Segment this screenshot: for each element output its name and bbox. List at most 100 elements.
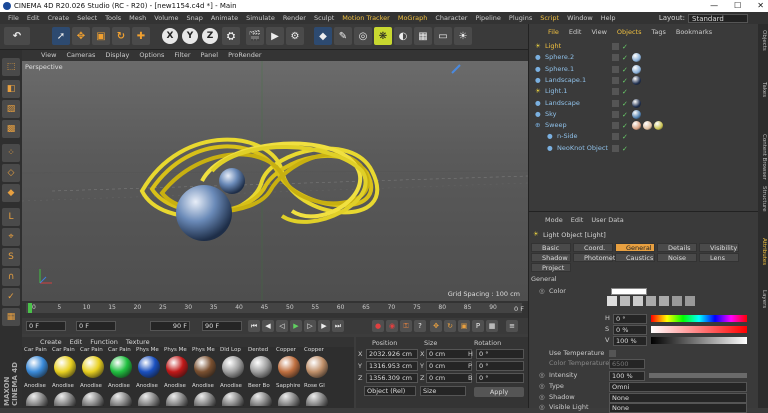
visible-light-dropdown[interactable]: None [609, 403, 747, 413]
timeline-window-icon[interactable]: ≡ [506, 320, 518, 332]
side-tab-content-browser[interactable]: Content Browser [759, 134, 767, 180]
attr-tab-caustics[interactable]: Caustics [615, 253, 655, 262]
side-tab-layers[interactable]: Layers [759, 290, 767, 308]
object-name[interactable]: n-Side [557, 131, 578, 142]
rotation-field[interactable]: 0 ° [476, 373, 524, 383]
object-menu-objects[interactable]: Objects [612, 27, 647, 37]
side-tab-structure[interactable]: Structure [759, 186, 767, 212]
timeline-ruler[interactable]: 0 5 10 15 20 25 30 35 40 45 50 55 60 65 70 75 80 85 90 [26, 303, 522, 313]
scale-icon[interactable]: ▣ [92, 27, 110, 45]
object-row[interactable]: ● Sphere.1 ✓ [535, 64, 755, 75]
move-icon[interactable]: ✥ [72, 27, 90, 45]
menu-volume[interactable]: Volume [150, 12, 182, 24]
material-menu-create[interactable]: Create [36, 337, 66, 347]
viewport-menu-filter[interactable]: Filter [169, 50, 195, 61]
attr-tab-details[interactable]: Details [657, 243, 697, 252]
edges-mode-icon[interactable]: ◇ [2, 164, 20, 182]
record-icon[interactable]: ● [372, 320, 384, 332]
type-keyframe-icon[interactable]: ◎ [539, 381, 545, 392]
material-swatch[interactable]: Car Pain Anodise [24, 347, 51, 408]
menu-mograph[interactable]: MoGraph [394, 12, 432, 24]
menu-render[interactable]: Render [279, 12, 310, 24]
visibility-toggle[interactable] [612, 110, 619, 118]
menu-edit[interactable]: Edit [23, 12, 44, 24]
attr-menu-mode[interactable]: Mode [541, 215, 567, 225]
close-button[interactable]: ✕ [757, 0, 764, 12]
magnet-icon[interactable]: ∩ [2, 268, 20, 286]
material-tag-icon[interactable] [632, 121, 641, 131]
axis-mode-icon[interactable]: L [2, 208, 20, 226]
scene-icon[interactable]: ▦ [414, 27, 432, 45]
visibility-toggle[interactable] [612, 144, 619, 152]
object-name[interactable]: Landscape.1 [545, 75, 586, 86]
type-dropdown[interactable]: Omni [609, 382, 747, 392]
color-keyframe-icon[interactable]: ◎ [539, 286, 545, 297]
object-row[interactable]: ● Sky ✓ [535, 109, 755, 120]
object-name[interactable]: Sweep [545, 120, 567, 131]
material-swatch[interactable]: Car Pain Anodise [108, 347, 135, 408]
object-row[interactable]: ● Landscape ✓ [535, 98, 755, 109]
material-swatch[interactable]: Copper Sapphire [276, 347, 303, 408]
material-swatch[interactable]: Dld Lop Anodise [220, 347, 247, 408]
visibility-toggle[interactable] [612, 133, 619, 141]
prev-key-icon[interactable]: ◀ [262, 320, 274, 332]
coord-size-mode-dropdown[interactable]: Size [420, 386, 466, 396]
kelvin-icon[interactable] [672, 296, 682, 306]
hsv-icon[interactable] [659, 296, 669, 306]
timeline[interactable]: 0 5 10 15 20 25 30 35 40 45 50 55 60 65 70 75 80 85 90 0 F [22, 301, 528, 318]
prev-frame-icon[interactable]: ◁ [276, 320, 288, 332]
play-icon[interactable]: ▶ [290, 320, 302, 332]
viewport-menu-view[interactable]: View [36, 50, 61, 61]
enable-check-icon[interactable]: ✓ [622, 144, 628, 155]
key-param-icon[interactable]: P [472, 320, 484, 332]
visibility-toggle[interactable] [612, 99, 619, 107]
maximize-button[interactable]: ☐ [734, 0, 741, 12]
key-position-icon[interactable]: ✥ [430, 320, 442, 332]
object-row[interactable]: ☀ Light.1 ✓ [535, 86, 755, 97]
material-tag-icon[interactable] [632, 98, 641, 108]
select-arrow-icon[interactable]: ➚ [52, 27, 70, 45]
visibility-toggle[interactable] [612, 43, 619, 50]
menu-sculpt[interactable]: Sculpt [310, 12, 338, 24]
object-name[interactable]: Sphere.1 [545, 64, 574, 75]
value-field[interactable]: 100 % [613, 336, 647, 346]
color-wheel-icon[interactable] [607, 296, 617, 306]
visibility-toggle[interactable] [612, 54, 619, 62]
attr-tab-photometric[interactable]: Photometric [573, 253, 623, 262]
deformer-icon[interactable]: ◐ [394, 27, 412, 45]
material-swatch[interactable]: Phys Me Anodise [164, 347, 191, 408]
viewport-menu-panel[interactable]: Panel [196, 50, 224, 61]
material-tag-icon[interactable] [632, 53, 641, 63]
intensity-slider[interactable] [649, 373, 747, 378]
lock-workplane-icon[interactable]: ✓ [2, 288, 20, 306]
y-axis-icon[interactable]: Y [182, 28, 198, 44]
material-menu-edit[interactable]: Edit [66, 337, 87, 347]
viewport-3d[interactable]: Perspective Grid Spacing : 100 cm [22, 61, 528, 301]
position-field[interactable]: 2032.926 cm [366, 349, 418, 359]
key-scale-icon[interactable]: ▣ [458, 320, 470, 332]
make-editable-icon[interactable]: ⬚ [2, 58, 20, 76]
menu-character[interactable]: Character [431, 12, 471, 24]
key-pla-icon[interactable]: ▦ [486, 320, 498, 332]
object-name[interactable]: Sphere.2 [545, 52, 574, 63]
attr-tab-noise[interactable]: Noise [657, 253, 697, 262]
hue-field[interactable]: 0 ° [613, 314, 647, 324]
menu-mesh[interactable]: Mesh [125, 12, 150, 24]
workplane-icon[interactable]: ▩ [2, 120, 20, 138]
material-tag-icon[interactable] [643, 121, 652, 131]
undo-icon[interactable]: ↶ [4, 27, 30, 45]
menu-script[interactable]: Script [536, 12, 563, 24]
playhead[interactable] [28, 303, 32, 313]
material-menu-texture[interactable]: Texture [122, 337, 154, 347]
model-mode-icon[interactable]: ◧ [2, 80, 20, 98]
hue-slider[interactable] [651, 315, 747, 322]
mograph-cloner-icon[interactable]: ❋ [374, 27, 392, 45]
viewport-menu-prorender[interactable]: ProRender [223, 50, 266, 61]
material-swatch[interactable]: Copper Rose Gl [304, 347, 331, 408]
apply-button[interactable]: Apply [474, 387, 524, 397]
coordinate-system-icon[interactable]: ⛭ [222, 27, 240, 45]
object-row[interactable]: ☀ Light ✓ [535, 41, 755, 52]
camera-icon[interactable]: ▭ [434, 27, 452, 45]
menu-simulate[interactable]: Simulate [242, 12, 279, 24]
object-menu-bookmarks[interactable]: Bookmarks [671, 27, 717, 37]
